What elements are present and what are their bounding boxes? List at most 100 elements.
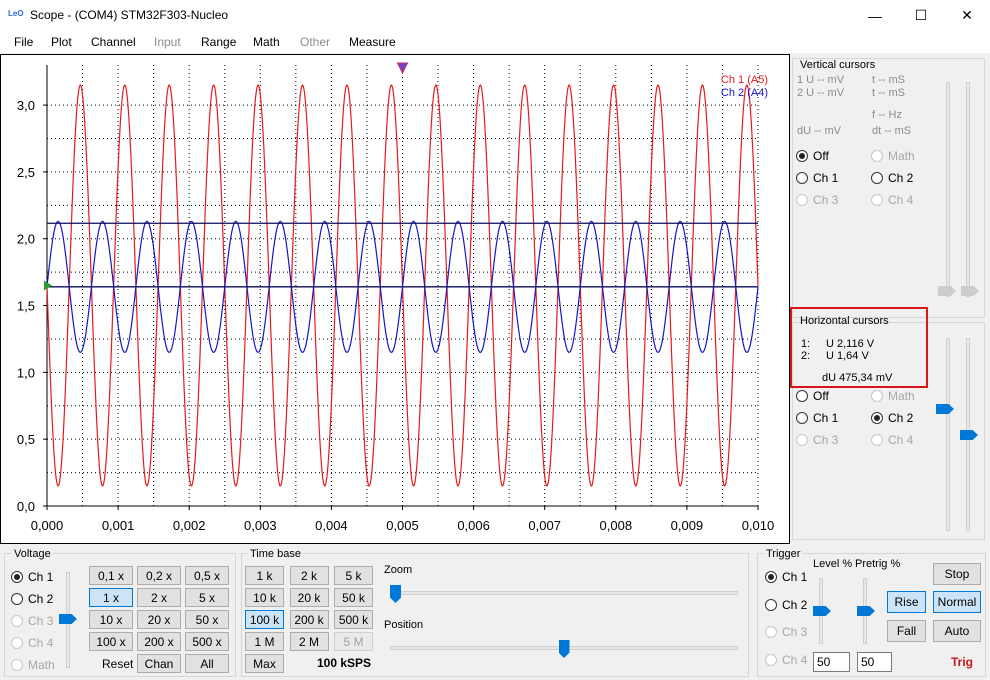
hcursor-radio-ch-3-indicator xyxy=(796,434,808,446)
voltage-chan-button[interactable]: Chan xyxy=(137,654,181,673)
vcursor-radio-ch-2[interactable]: Ch 2 xyxy=(871,171,913,185)
vcursor-radio-ch-3[interactable]: Ch 3 xyxy=(796,193,838,207)
voltage-all-button[interactable]: All xyxy=(185,654,229,673)
voltage-reset-button[interactable]: Reset xyxy=(102,657,133,671)
vcursor-2-slider[interactable] xyxy=(966,82,970,297)
timebase-100k-button[interactable]: 100 k xyxy=(245,610,284,629)
voltage-1x-button[interactable]: 1 x xyxy=(89,588,133,607)
voltage-500x-button[interactable]: 500 x xyxy=(185,632,229,651)
hcursor-radio-ch-1[interactable]: Ch 1 xyxy=(796,411,838,425)
vcursor-1-slider[interactable] xyxy=(946,82,950,297)
voltage-radio-math[interactable]: Math xyxy=(11,658,55,672)
timebase-1k-button[interactable]: 1 k xyxy=(245,566,284,585)
menu-measure[interactable]: Measure xyxy=(349,35,396,49)
vcursor-2-u: 2 U -- mV xyxy=(797,87,845,99)
rise-button[interactable]: Rise xyxy=(887,591,926,613)
menu-range[interactable]: Range xyxy=(201,35,236,49)
vcursor-freq: f -- Hz xyxy=(872,109,902,121)
timebase-20k-button[interactable]: 20 k xyxy=(289,588,329,607)
zoom-slider[interactable] xyxy=(390,591,738,595)
x-tick-label: 0,007 xyxy=(528,518,561,533)
timebase-5k-button[interactable]: 5 k xyxy=(334,566,373,585)
voltage-50x-button[interactable]: 50 x xyxy=(185,610,229,629)
voltage-radio-ch-2[interactable]: Ch 2 xyxy=(11,592,53,606)
voltage-20x-button[interactable]: 20 x xyxy=(137,610,181,629)
trigger-level-input[interactable]: 50 xyxy=(813,652,850,672)
fall-button[interactable]: Fall xyxy=(887,620,926,642)
voltage-radio-ch-1[interactable]: Ch 1 xyxy=(11,570,53,584)
hcursor-du: dU 475,34 mV xyxy=(822,372,893,384)
voltage-2x-button[interactable]: 2 x xyxy=(137,588,181,607)
voltage-200x-button[interactable]: 200 x xyxy=(137,632,181,651)
scope-plot[interactable]: 3,0 2,5 2,0 1,5 1,0 0,5 0,0 0,000 0,001 0,002 0,00… xyxy=(0,54,790,544)
menu-other[interactable]: Other xyxy=(300,35,330,49)
timebase-50k-button[interactable]: 50 k xyxy=(334,588,373,607)
voltage-05x-button[interactable]: 0,5 x xyxy=(185,566,229,585)
timebase-5m-button[interactable]: 5 M xyxy=(334,632,373,651)
vcursor-du: dU -- mV xyxy=(797,125,841,137)
voltage-02x-button[interactable]: 0,2 x xyxy=(137,566,181,585)
trigger-pretrig-input[interactable]: 50 xyxy=(857,652,892,672)
close-button[interactable]: ✕ xyxy=(944,0,990,31)
trigger-pretrig-label: Pretrig % xyxy=(855,558,901,570)
voltage-radio-ch-3[interactable]: Ch 3 xyxy=(11,614,53,628)
menu-plot[interactable]: Plot xyxy=(51,35,72,49)
hcursor-radio-ch-1-indicator xyxy=(796,412,808,424)
timebase-500k-button[interactable]: 500 k xyxy=(334,610,373,629)
voltage-radio-ch-4[interactable]: Ch 4 xyxy=(11,636,53,650)
timebase-2k-button[interactable]: 2 k xyxy=(289,566,329,585)
voltage-10x-button[interactable]: 10 x xyxy=(89,610,133,629)
hcursor-radio-math[interactable]: Math xyxy=(871,389,915,403)
minimize-button[interactable]: — xyxy=(852,0,898,31)
trigger-radio-ch-2-indicator xyxy=(765,598,777,611)
vcursor-radio-math[interactable]: Math xyxy=(871,149,915,163)
plot-canvas: 3,0 2,5 2,0 1,5 1,0 0,5 0,0 0,000 0,001 0,002 0,00… xyxy=(17,62,774,533)
menu-input[interactable]: Input xyxy=(154,35,181,49)
trigger-radio-ch-4-label: Ch 4 xyxy=(782,652,808,667)
hcursor-radio-ch-2-indicator xyxy=(871,412,883,424)
y-tick-label: 0,0 xyxy=(17,499,35,514)
timebase-200k-button[interactable]: 200 k xyxy=(289,610,329,629)
x-tick-label: 0,000 xyxy=(31,518,64,533)
hcursor-radio-ch-2[interactable]: Ch 2 xyxy=(871,411,913,425)
trigger-radio-ch-4[interactable]: Ch 4 xyxy=(765,653,807,667)
maximize-button[interactable]: ☐ xyxy=(898,0,944,31)
menu-file[interactable]: File xyxy=(14,35,33,49)
minimize-icon: — xyxy=(868,7,882,24)
vcursor-radio-ch-3-label: Ch 3 xyxy=(813,193,839,207)
auto-button[interactable]: Auto xyxy=(933,620,981,642)
timebase-max-button[interactable]: Max xyxy=(245,654,284,673)
trigger-radio-ch-3-indicator xyxy=(765,626,777,638)
menu-math[interactable]: Math xyxy=(253,35,280,49)
timebase-2m-button[interactable]: 2 M xyxy=(289,632,329,651)
hcursor-radio-ch-3[interactable]: Ch 3 xyxy=(796,433,838,447)
vcursor-radio-ch-1[interactable]: Ch 1 xyxy=(796,171,838,185)
horizontal-cursors-title: Horizontal cursors xyxy=(800,315,889,327)
vcursor-radio-ch-1-label: Ch 1 xyxy=(813,171,839,185)
x-tick-label: 0,001 xyxy=(102,518,135,533)
window-title: Scope - (COM4) STM32F303-Nucleo xyxy=(30,8,229,22)
normal-button[interactable]: Normal xyxy=(933,591,981,613)
app-icon: LeO xyxy=(8,9,24,18)
trigger-radio-ch-1[interactable]: Ch 1 xyxy=(765,570,807,584)
voltage-5x-button[interactable]: 5 x xyxy=(185,588,229,607)
x-tick-label: 0,003 xyxy=(244,518,277,533)
zoom-label: Zoom xyxy=(384,564,413,576)
vcursor-radio-ch-1-indicator xyxy=(796,172,808,184)
voltage-100x-button[interactable]: 100 x xyxy=(89,632,133,651)
hcursor-1-slider[interactable] xyxy=(946,338,950,531)
trigger-radio-ch-2[interactable]: Ch 2 xyxy=(765,598,807,612)
timebase-10k-button[interactable]: 10 k xyxy=(245,588,284,607)
vcursor-radio-off[interactable]: Off xyxy=(796,149,829,163)
hcursor-radio-off[interactable]: Off xyxy=(796,389,829,403)
vcursor-radio-ch-4[interactable]: Ch 4 xyxy=(871,193,913,207)
hcursor-2-value: U 1,64 V xyxy=(826,350,869,362)
menu-channel[interactable]: Channel xyxy=(91,35,136,49)
timebase-1m-button[interactable]: 1 M xyxy=(245,632,284,651)
trigger-radio-ch-3[interactable]: Ch 3 xyxy=(765,625,807,639)
voltage-radio-math-label: Math xyxy=(28,658,55,672)
stop-button[interactable]: Stop xyxy=(933,563,981,585)
hcursor-radio-ch-4[interactable]: Ch 4 xyxy=(871,433,913,447)
voltage-01x-button[interactable]: 0,1 x xyxy=(89,566,133,585)
y-tick-label: 1,5 xyxy=(17,299,35,314)
